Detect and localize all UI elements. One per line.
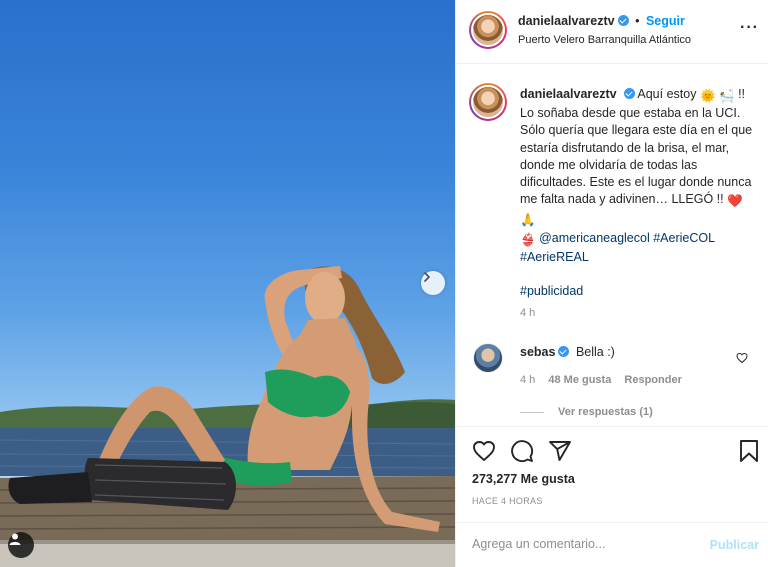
separator-dot: • [635,14,640,28]
add-comment-bar: Publicar [456,522,768,567]
mention-link[interactable]: @americaneaglecol [539,231,650,245]
post-location[interactable]: Puerto Velero Barranquilla Atlántico [518,34,691,46]
replies-divider [520,411,544,413]
verified-icon [558,346,570,357]
bath-emoji: 🛀 [719,89,735,103]
comment-text-line: sebas Bella :) [520,345,615,359]
comment-meta: 4 h 48 Me gusta Responder [520,374,692,386]
author-line: danielaalvareztv • Seguir [518,14,685,28]
heart-icon[interactable] [472,439,496,463]
caption-time[interactable]: 4 h [520,307,535,319]
beach-scene-illustration [0,266,455,567]
heart-icon[interactable] [736,352,748,364]
hashtag-link[interactable]: #publicidad [520,284,583,298]
caption-username[interactable]: danielaalvareztv [520,87,617,101]
hashtag-link[interactable]: #AerieREAL [520,250,589,264]
share-icon[interactable] [548,439,572,463]
tagged-users-button[interactable] [8,532,34,558]
caption-author-avatar[interactable] [469,83,507,121]
view-replies-button[interactable]: Ver respuestas (1) [520,406,653,418]
commenter-avatar[interactable] [473,343,503,373]
verified-icon [617,15,629,26]
author-username[interactable]: danielaalvareztv [518,14,615,28]
more-options-button[interactable]: ··· [740,20,759,36]
publish-button[interactable]: Publicar [710,538,759,552]
likes-count[interactable]: 273,277 Me gusta [472,472,575,486]
pray-emoji: 🙏 [520,213,536,228]
comment-input[interactable] [472,537,692,551]
comment-likes[interactable]: 48 Me gusta [548,374,611,386]
heart-emoji: ❤️ [727,194,743,209]
next-photo-button[interactable] [421,271,445,295]
post-caption: danielaalvareztv Aquí estoy 🌞 🛀 !! Lo so… [520,86,760,300]
caption-text-1: Aquí estoy [637,87,697,101]
commenter-username[interactable]: sebas [520,345,555,359]
view-replies-label: Ver respuestas (1) [558,406,653,418]
sun-emoji: 🌞 [699,89,716,103]
comment-body: Bella :) [575,345,615,359]
post-side-panel: danielaalvareztv • Seguir Puerto Velero … [455,0,768,567]
post-photo[interactable] [0,0,455,567]
user-tag-icon [9,533,21,545]
follow-button[interactable]: Seguir [646,14,685,28]
post-header: danielaalvareztv • Seguir Puerto Velero … [456,0,768,64]
comments-scroll-area[interactable]: danielaalvareztv Aquí estoy 🌞 🛀 !! Lo so… [456,65,768,425]
comment-icon[interactable] [510,439,534,463]
bikini-emoji: 👙 [520,232,536,247]
post-timestamp[interactable]: HACE 4 HORAS [472,496,543,506]
hashtag-link[interactable]: #AerieCOL [653,231,715,245]
author-avatar[interactable] [469,11,507,49]
verified-icon [623,88,635,99]
bookmark-icon[interactable] [738,439,760,463]
chevron-right-icon [424,272,430,282]
reply-button[interactable]: Responder [624,374,681,386]
caption-text-2: !! Lo soñaba desde que estaba en la UCI.… [520,87,753,207]
comment-time[interactable]: 4 h [520,374,535,386]
post-actions: 273,277 Me gusta HACE 4 HORAS [456,426,768,522]
